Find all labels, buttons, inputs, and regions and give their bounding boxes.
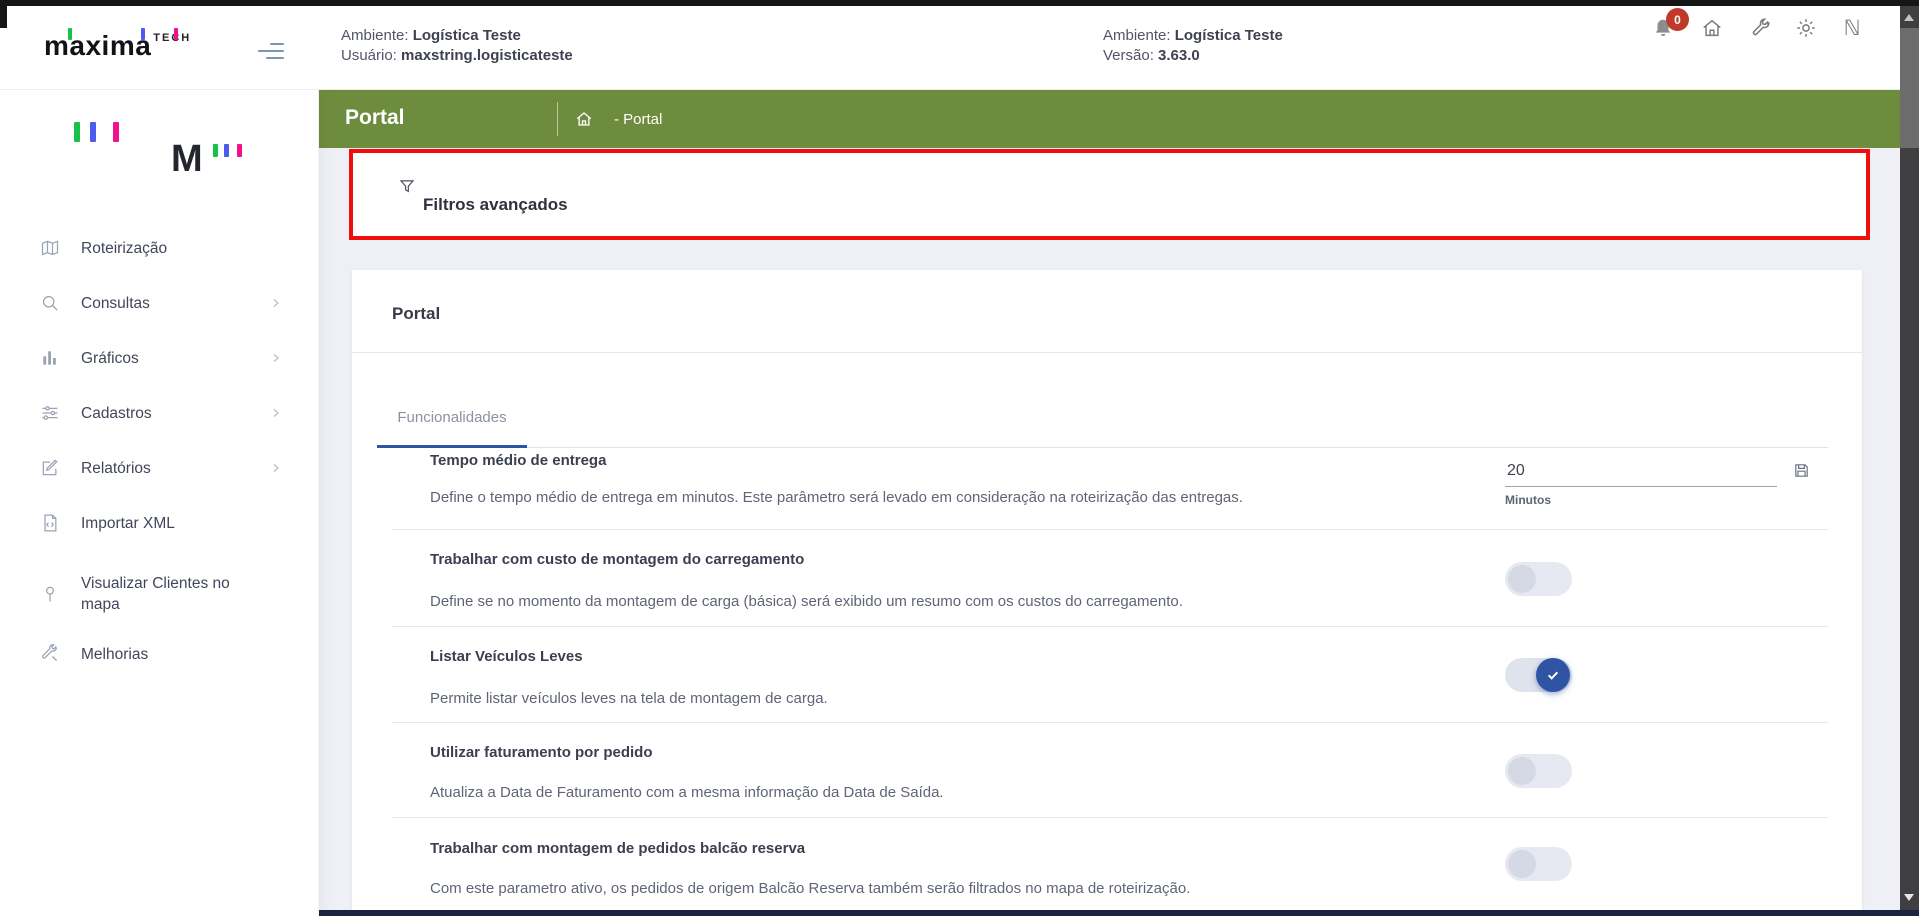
usuario-value: maxstring.logisticateste <box>401 47 573 64</box>
menu-toggle-icon[interactable] <box>258 43 286 61</box>
main-content: Portal - Portal Filtros avançados Portal… <box>319 90 1900 916</box>
map-pin-icon <box>40 584 60 604</box>
sidebar-item-visualizar-clientes[interactable]: Visualizar Clientes no mapa <box>0 556 319 632</box>
minutes-input[interactable] <box>1505 462 1777 487</box>
bar-chart-icon <box>40 348 60 368</box>
maximatech-logo: maximaTECH <box>44 30 234 72</box>
logo-brand-text: maxima <box>44 30 151 61</box>
setting-description: Define se no momento da montagem de carg… <box>430 593 1183 610</box>
app-header: maximaTECH Ambiente: Logística Teste Usu… <box>0 6 1919 90</box>
gear-icon[interactable] <box>1795 17 1817 39</box>
logo-tech-text: TECH <box>153 32 191 44</box>
scroll-up-arrow[interactable] <box>1904 14 1914 21</box>
ambiente-value: Logística Teste <box>1175 27 1283 44</box>
setting-row-balcao-reserva: Trabalhar com montagem de pedidos balcão… <box>352 818 1862 910</box>
logo-green-tick <box>68 28 72 40</box>
chevron-right-icon <box>270 297 282 309</box>
versao-value: 3.63.0 <box>1158 47 1200 64</box>
card-title: Portal <box>392 304 440 324</box>
filter-icon <box>398 177 416 196</box>
setting-row-custo-montagem: Trabalhar com custo de montagem do carre… <box>352 530 1862 627</box>
toggle-listar-veiculos[interactable] <box>1505 658 1572 692</box>
setting-row-tempo-medio: Tempo médio de entrega Define o tempo mé… <box>352 448 1862 530</box>
toggle-knob <box>1508 565 1536 593</box>
sidebar-item-cadastros[interactable]: Cadastros <box>0 391 319 435</box>
setting-description: Define o tempo médio de entrega em minut… <box>430 489 1243 506</box>
window-top-border <box>0 0 1919 6</box>
advanced-filters-panel[interactable]: Filtros avançados <box>349 149 1870 240</box>
edit-icon <box>40 458 60 478</box>
settings-list: Tempo médio de entrega Define o tempo mé… <box>352 448 1862 910</box>
chevron-right-icon <box>270 407 282 419</box>
environment-info-left: Ambiente: Logística Teste Usuário: maxst… <box>341 26 573 66</box>
setting-title: Tempo médio de entrega <box>430 452 606 469</box>
sidebar-item-importar-xml[interactable]: Importar XML <box>0 501 319 545</box>
file-code-icon <box>40 513 60 533</box>
toggle-knob <box>1508 757 1536 785</box>
home-icon[interactable] <box>1701 17 1723 39</box>
setting-title: Listar Veículos Leves <box>430 648 583 665</box>
breadcrumb: - Portal <box>614 111 662 128</box>
versao-label: Versão: <box>1103 47 1154 64</box>
window-corner-notch <box>0 0 7 28</box>
divider <box>352 352 1862 353</box>
map-icon <box>40 238 60 258</box>
setting-row-listar-veiculos: Listar Veículos Leves Permite listar veí… <box>352 627 1862 723</box>
save-icon[interactable] <box>1793 462 1810 479</box>
sidebar-logo-m: M <box>171 142 281 180</box>
sidebar-logo-bars <box>74 122 124 142</box>
sidebar-item-roteirizacao[interactable]: Roteirização <box>0 226 319 270</box>
setting-description: Com este parametro ativo, os pedidos de … <box>430 880 1190 897</box>
setting-title: Trabalhar com montagem de pedidos balcão… <box>430 840 805 857</box>
chevron-right-icon <box>270 462 282 474</box>
minutes-unit-label: Minutos <box>1505 493 1777 507</box>
portal-settings-card: Portal Funcionalidades Tempo médio de en… <box>352 270 1862 910</box>
advanced-filters-label: Filtros avançados <box>423 195 568 215</box>
sidebar-item-graficos[interactable]: Gráficos <box>0 336 319 380</box>
toggle-balcao-reserva[interactable] <box>1505 847 1572 881</box>
toggle-knob <box>1536 658 1570 692</box>
ambiente-label: Ambiente: <box>1103 27 1171 44</box>
check-icon <box>1545 667 1561 683</box>
logo-pink-tick <box>174 28 178 40</box>
ambiente-label: Ambiente: <box>341 27 409 44</box>
toggle-faturamento-pedido[interactable] <box>1505 754 1572 788</box>
ambiente-value: Logística Teste <box>413 27 521 44</box>
toggle-custo-montagem[interactable] <box>1505 562 1572 596</box>
sidebar: M Roteirização Consultas Gráficos Cadast… <box>0 90 319 916</box>
tools-icon <box>40 644 60 664</box>
toggle-knob <box>1508 850 1536 878</box>
setting-description: Atualiza a Data de Faturamento com a mes… <box>430 784 944 801</box>
setting-row-faturamento-pedido: Utilizar faturamento por pedido Atualiza… <box>352 723 1862 818</box>
chevron-right-icon <box>270 352 282 364</box>
breadcrumb-home-icon[interactable] <box>575 110 593 128</box>
setting-title: Trabalhar com custo de montagem do carre… <box>430 551 804 568</box>
wrench-icon[interactable] <box>1750 17 1772 39</box>
setting-description: Permite listar veículos leves na tela de… <box>430 690 828 707</box>
sidebar-item-consultas[interactable]: Consultas <box>0 281 319 325</box>
search-icon <box>40 293 60 313</box>
tab-funcionalidades[interactable]: Funcionalidades <box>377 390 527 448</box>
page-title-bar: Portal - Portal <box>319 90 1900 148</box>
n-symbol-icon[interactable]: ℕ <box>1841 17 1863 39</box>
divider <box>557 102 558 136</box>
notification-badge: 0 <box>1666 8 1689 31</box>
scrollbar-thumb[interactable] <box>1900 28 1919 148</box>
sidebar-item-melhorias[interactable]: Melhorias <box>0 632 319 676</box>
minutes-input-wrap: Minutos <box>1505 462 1777 507</box>
setting-title: Utilizar faturamento por pedido <box>430 744 653 761</box>
page-title: Portal <box>345 106 405 130</box>
logo-blue-tick <box>141 28 145 40</box>
usuario-label: Usuário: <box>341 47 397 64</box>
sidebar-item-relatorios[interactable]: Relatórios <box>0 446 319 490</box>
tab-bar: Funcionalidades <box>377 390 1828 448</box>
scroll-down-arrow[interactable] <box>1904 894 1914 901</box>
environment-info-right: Ambiente: Logística Teste Versão: 3.63.0 <box>1103 26 1283 66</box>
browser-scrollbar[interactable] <box>1900 6 1919 916</box>
sliders-icon <box>40 403 60 423</box>
window-bottom-border <box>319 910 1919 916</box>
